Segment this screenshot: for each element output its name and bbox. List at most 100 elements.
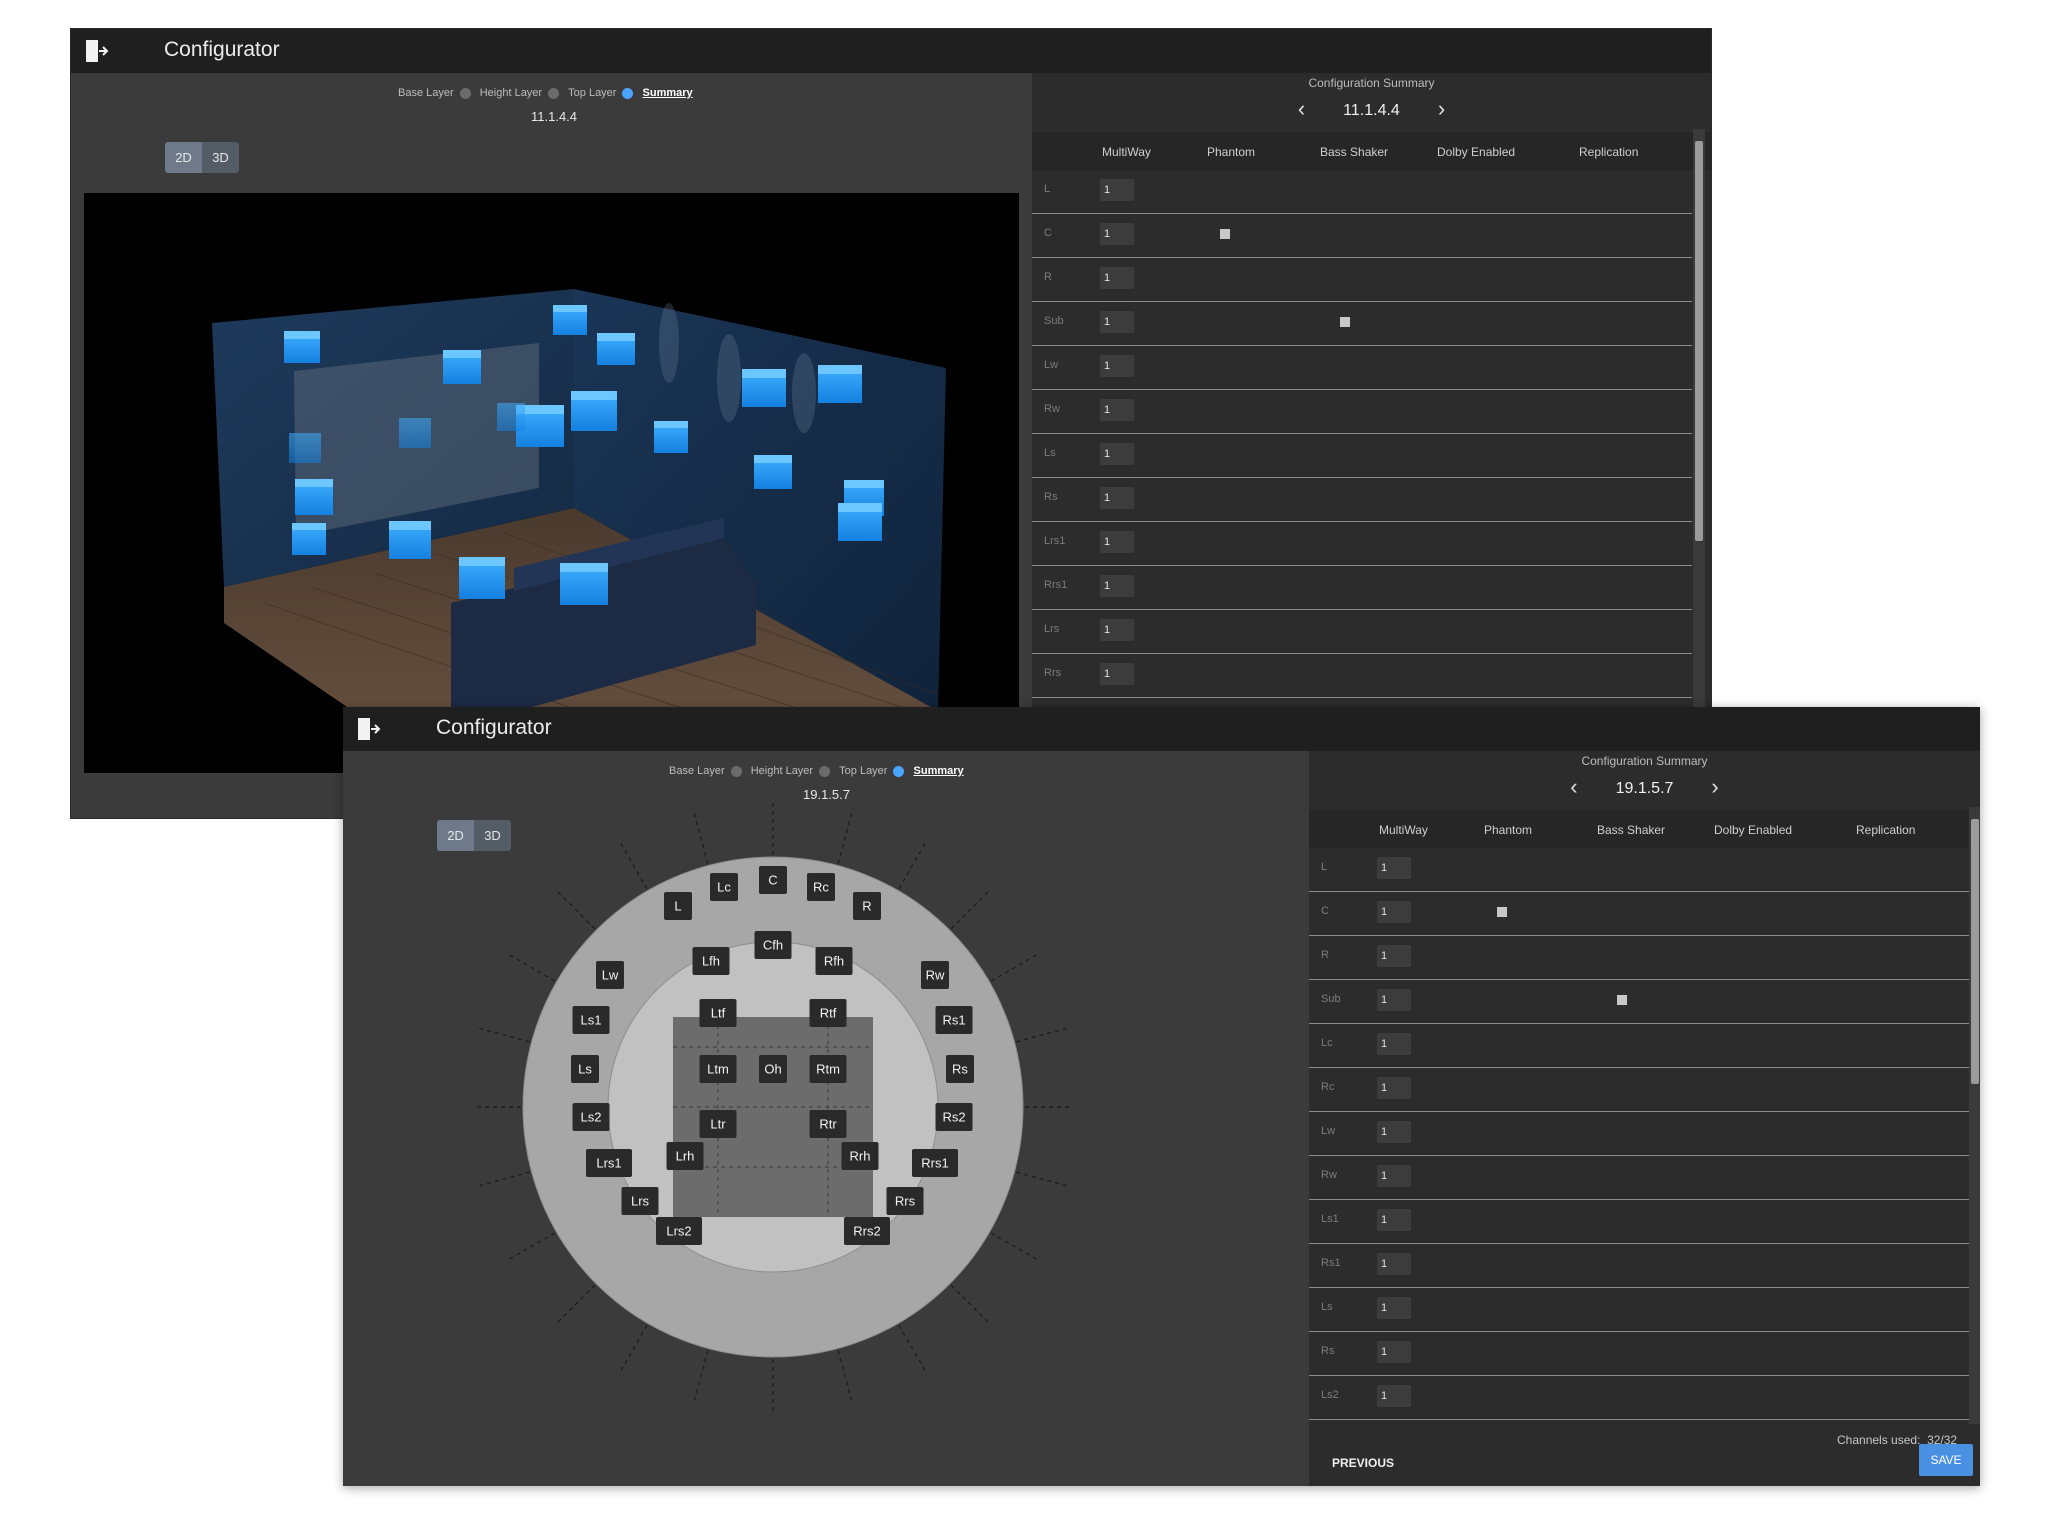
speaker-lc[interactable]: Lc: [710, 873, 738, 901]
speaker-label: Lrs1: [596, 1156, 621, 1171]
bass-shaker-checkbox[interactable]: [1340, 317, 1350, 327]
speaker-label: Rrs2: [853, 1224, 880, 1239]
multiway-input[interactable]: 1: [1100, 575, 1134, 597]
multiway-input[interactable]: 1: [1377, 1121, 1411, 1143]
multiway-input[interactable]: 1: [1100, 487, 1134, 509]
speaker-ls2[interactable]: Ls2: [572, 1103, 610, 1131]
layer-dot-icon[interactable]: [730, 765, 742, 777]
multiway-input[interactable]: 1: [1377, 857, 1411, 879]
speaker-rs1[interactable]: Rs1: [935, 1006, 973, 1034]
multiway-input[interactable]: 1: [1100, 399, 1134, 421]
multiway-input[interactable]: 1: [1377, 945, 1411, 967]
layer-dot-active-icon[interactable]: [893, 765, 905, 777]
speaker-r[interactable]: R: [853, 892, 881, 920]
multiway-input[interactable]: 1: [1377, 1297, 1411, 1319]
scrollbar[interactable]: [1969, 807, 1980, 1424]
table-row: Rc 1: [1309, 1068, 1969, 1112]
table-row: L1: [1032, 170, 1692, 214]
table-row: Ls 1: [1309, 1288, 1969, 1332]
layer-base[interactable]: Base Layer: [669, 765, 725, 777]
speaker-rtf[interactable]: Rtf: [809, 999, 847, 1027]
speaker-rs[interactable]: Rs: [946, 1055, 974, 1083]
layer-height[interactable]: Height Layer: [480, 87, 542, 99]
layer-height[interactable]: Height Layer: [751, 765, 813, 777]
speaker-cfh[interactable]: Cfh: [754, 931, 792, 959]
speaker-rtm[interactable]: Rtm: [809, 1055, 847, 1083]
view-2d-button[interactable]: 2D: [165, 142, 202, 173]
room-3d-viewport[interactable]: [84, 193, 1019, 773]
multiway-input[interactable]: 1: [1100, 179, 1134, 201]
room-3d-scene: [212, 289, 946, 773]
speaker-rc[interactable]: Rc: [807, 873, 835, 901]
multiway-input[interactable]: 1: [1377, 1165, 1411, 1187]
multiway-input[interactable]: 1: [1377, 989, 1411, 1011]
speaker-ls[interactable]: Ls: [571, 1055, 599, 1083]
multiway-input[interactable]: 1: [1377, 1209, 1411, 1231]
summary-title: Configuration Summary: [1308, 76, 1435, 90]
chevron-left-icon[interactable]: ‹: [1260, 96, 1343, 122]
layer-top[interactable]: Top Layer: [839, 765, 887, 777]
layer-summary[interactable]: Summary: [643, 87, 693, 99]
multiway-input[interactable]: 1: [1377, 1341, 1411, 1363]
speaker-ltf[interactable]: Ltf: [699, 999, 737, 1027]
multiway-input[interactable]: 1: [1377, 1077, 1411, 1099]
speaker-rrh[interactable]: Rrh: [841, 1142, 879, 1170]
speaker-rrs2[interactable]: Rrs2: [844, 1217, 890, 1245]
speaker-lrs1[interactable]: Lrs1: [586, 1149, 632, 1177]
speaker-label: Cfh: [763, 938, 783, 953]
speaker-oh[interactable]: Oh: [759, 1055, 787, 1083]
multiway-input[interactable]: 1: [1100, 531, 1134, 553]
speaker-l[interactable]: L: [664, 892, 692, 920]
bass-shaker-checkbox[interactable]: [1617, 995, 1627, 1005]
multiway-input[interactable]: 1: [1100, 267, 1134, 289]
speaker-rfh[interactable]: Rfh: [815, 947, 853, 975]
phantom-checkbox[interactable]: [1220, 229, 1230, 239]
speaker-lw[interactable]: Lw: [596, 961, 624, 989]
speaker-rs2[interactable]: Rs2: [935, 1103, 973, 1131]
speaker-rw[interactable]: Rw: [921, 961, 949, 989]
multiway-input[interactable]: 1: [1377, 1033, 1411, 1055]
multiway-input[interactable]: 1: [1100, 619, 1134, 641]
multiway-input[interactable]: 1: [1100, 311, 1134, 333]
scrollbar-thumb[interactable]: [1971, 819, 1979, 1084]
layer-base[interactable]: Base Layer: [398, 87, 454, 99]
phantom-checkbox[interactable]: [1497, 907, 1507, 917]
speaker-ltm[interactable]: Ltm: [699, 1055, 737, 1083]
layer-top[interactable]: Top Layer: [568, 87, 616, 99]
multiway-input[interactable]: 1: [1100, 663, 1134, 685]
speaker-layout-diagram[interactable]: C Lc Rc L R Lw Rw Ls1 Rs1 Ls Rs Ls2 Rs2 Lrs1 Rrs1 Lrs Rr…: [473, 787, 1073, 1427]
view-3d-button[interactable]: 3D: [202, 142, 239, 173]
speaker-c[interactable]: C: [759, 866, 787, 894]
title-bar: Configurator: [343, 707, 1980, 751]
configurator-window-3d: Configurator Base Layer Height Layer Top…: [71, 29, 1711, 818]
previous-button[interactable]: PREVIOUS: [1332, 1456, 1394, 1470]
speaker-ls1[interactable]: Ls1: [572, 1006, 610, 1034]
save-button[interactable]: SAVE: [1919, 1444, 1973, 1476]
exit-icon[interactable]: [357, 716, 381, 742]
speaker-lrh[interactable]: Lrh: [666, 1142, 704, 1170]
chevron-right-icon[interactable]: ›: [1400, 96, 1483, 122]
exit-icon[interactable]: [85, 38, 109, 64]
speaker-lrs2[interactable]: Lrs2: [656, 1217, 702, 1245]
view-2d-button[interactable]: 2D: [437, 820, 474, 851]
speaker-rtr[interactable]: Rtr: [809, 1110, 847, 1138]
multiway-input[interactable]: 1: [1377, 1385, 1411, 1407]
speaker-rrs[interactable]: Rrs: [886, 1187, 924, 1215]
speaker-rrs1[interactable]: Rrs1: [912, 1149, 958, 1177]
layer-dot-icon[interactable]: [548, 87, 560, 99]
layer-summary[interactable]: Summary: [914, 765, 964, 777]
chevron-left-icon[interactable]: ‹: [1532, 774, 1615, 800]
multiway-input[interactable]: 1: [1100, 355, 1134, 377]
multiway-input[interactable]: 1: [1377, 1253, 1411, 1275]
scrollbar-thumb[interactable]: [1695, 141, 1703, 541]
multiway-input[interactable]: 1: [1100, 223, 1134, 245]
multiway-input[interactable]: 1: [1100, 443, 1134, 465]
chevron-right-icon[interactable]: ›: [1673, 774, 1756, 800]
speaker-lrs[interactable]: Lrs: [621, 1187, 659, 1215]
multiway-input[interactable]: 1: [1377, 901, 1411, 923]
layer-dot-icon[interactable]: [459, 87, 471, 99]
speaker-lfh[interactable]: Lfh: [692, 947, 730, 975]
speaker-ltr[interactable]: Ltr: [699, 1110, 737, 1138]
layer-dot-active-icon[interactable]: [622, 87, 634, 99]
layer-dot-icon[interactable]: [819, 765, 831, 777]
